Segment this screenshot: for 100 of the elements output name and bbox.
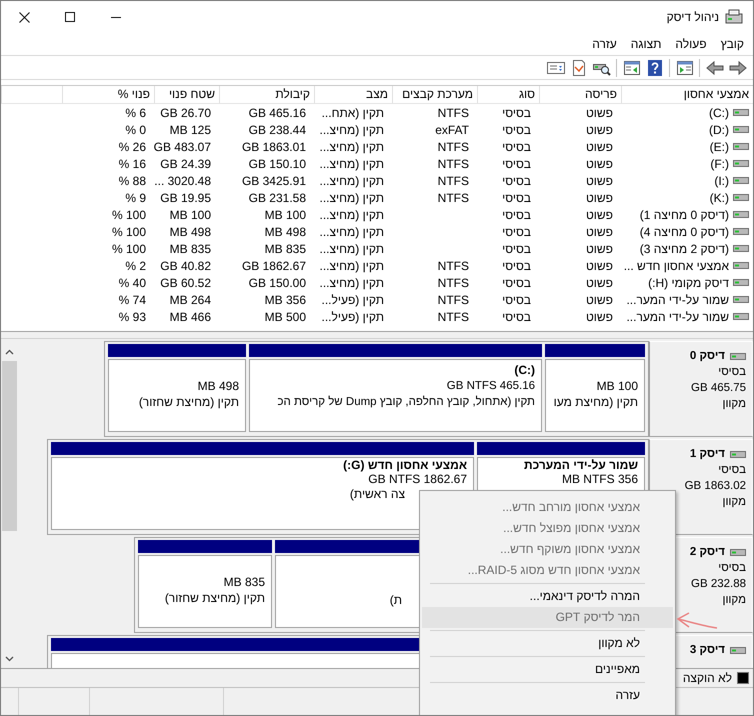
table-cell: בסיסי bbox=[502, 224, 531, 238]
table-cell: MB 835 bbox=[170, 242, 211, 256]
table-cell: % 40 bbox=[118, 276, 146, 290]
table-cell: NTFS bbox=[438, 140, 469, 154]
table-cell: MB 835 bbox=[264, 242, 306, 256]
legend-label: לא הוקצה bbox=[682, 671, 732, 685]
table-cell: פשוט bbox=[586, 174, 613, 188]
table-cell: (I:) bbox=[714, 174, 729, 188]
table-cell: NTFS bbox=[438, 310, 469, 324]
table-cell: בסיסי bbox=[502, 242, 531, 256]
table-cell: % 100 bbox=[112, 224, 146, 238]
table-cell: MB 498 bbox=[264, 224, 306, 238]
table-cell: (D:) bbox=[709, 122, 729, 136]
table-cell: אמצעי אחסון חדש ... bbox=[624, 258, 729, 272]
table-cell: MB 356 bbox=[264, 292, 306, 306]
partition-info: GB NTFS 465.16 bbox=[446, 379, 535, 394]
table-cell: תקין (מחיצ... bbox=[320, 174, 384, 188]
table-cell: פשוט bbox=[586, 106, 613, 120]
disk-name: דיסק 0 bbox=[690, 350, 725, 362]
table-cell: פשוט bbox=[586, 258, 613, 272]
table-cell: GB 1863.01 bbox=[242, 140, 306, 154]
table-cell: (דיסק 2 מחיצה 3) bbox=[640, 242, 729, 256]
disk-type: בסיסי bbox=[717, 463, 746, 478]
table-cell: בסיסי bbox=[502, 106, 531, 120]
disk-size: GB 1863.02 bbox=[684, 479, 746, 494]
disk-size: GB 465.75 bbox=[690, 381, 746, 396]
table-cell: GB 26.70 bbox=[160, 106, 211, 120]
table-cell: פשוט bbox=[586, 310, 613, 324]
table-cell: GB 40.82 bbox=[160, 258, 211, 272]
table-cell: תקין (מחיצ... bbox=[320, 208, 384, 222]
table-cell: פשוט bbox=[586, 208, 613, 222]
table-cell: GB 150.00 bbox=[248, 276, 306, 290]
table-cell: שמור על-ידי המער... bbox=[626, 310, 729, 324]
disk-name: דיסק 3 bbox=[690, 644, 725, 656]
table-cell: (K:) bbox=[710, 190, 729, 204]
table-cell: תקין (פעיל... bbox=[322, 292, 384, 306]
table-cell: פשוט bbox=[586, 224, 613, 238]
table-cell: תקין (מחיצ... bbox=[320, 156, 384, 170]
table-cell: MB 100 bbox=[264, 208, 306, 222]
disk-type: בסיסי bbox=[717, 365, 746, 380]
table-cell: % 0 bbox=[125, 122, 146, 136]
table-cell: תקין (מחיצ... bbox=[320, 242, 384, 256]
table-cell: תקין (פעיל... bbox=[322, 310, 384, 324]
table-cell: GB 238.44 bbox=[248, 122, 306, 136]
table-cell: MB 500 bbox=[264, 310, 306, 324]
table-cell: exFAT bbox=[435, 122, 469, 136]
table-cell: GB 483.07 bbox=[154, 140, 211, 154]
disk-status: מקוון bbox=[721, 397, 746, 412]
table-cell: ... 3020.48 bbox=[154, 174, 211, 188]
table-cell: MB 100 bbox=[170, 208, 211, 222]
table-cell: פשוט bbox=[586, 292, 613, 306]
table-cell: בסיסי bbox=[502, 174, 531, 188]
disk-status: מקוון bbox=[721, 593, 746, 608]
table-cell: % 74 bbox=[118, 292, 146, 306]
table-cell: בסיסי bbox=[502, 292, 531, 306]
table-cell: תקין (מחיצ... bbox=[320, 122, 384, 136]
table-cell: (F:) bbox=[710, 156, 729, 170]
partition-label: אמצעי אחסון חדש (G:) bbox=[342, 458, 467, 473]
partition-info: תקין (אתחול, קובץ החלפה, קובץ Dump של קריסת הכ bbox=[276, 394, 535, 410]
table-cell: (דיסק 0 מחיצה 4) bbox=[640, 224, 729, 238]
disk-name: דיסק 2 bbox=[690, 546, 725, 558]
table-cell: MB 466 bbox=[170, 310, 211, 324]
table-cell: GB 231.58 bbox=[248, 190, 306, 204]
partition-info: תקין (מחיצת שחזור) bbox=[138, 394, 239, 410]
partition-info: GB NTFS 1862.67 bbox=[367, 473, 467, 486]
disk-name: דיסק 1 bbox=[690, 448, 725, 460]
table-cell: בסיסי bbox=[502, 140, 531, 154]
table-cell: % 9 bbox=[125, 190, 146, 204]
table-cell: פשוט bbox=[586, 190, 613, 204]
table-cell: NTFS bbox=[438, 156, 469, 170]
table-cell: MB 264 bbox=[170, 292, 211, 306]
table-cell: GB 1862.67 bbox=[242, 258, 306, 272]
window-title: ניהול דיסק bbox=[666, 10, 719, 24]
table-cell: תקין (מחיצ... bbox=[320, 190, 384, 204]
table-cell: GB 150.10 bbox=[248, 156, 306, 170]
partition-label: (C:) bbox=[513, 363, 535, 378]
table-cell: % 100 bbox=[112, 242, 146, 256]
table-cell: דיסק מקומי (H:) bbox=[648, 276, 729, 290]
disk-size: GB 232.88 bbox=[690, 577, 746, 592]
table-cell: שמור על-ידי המער... bbox=[626, 292, 729, 306]
table-cell: (דיסק 0 מחיצה 1) bbox=[640, 208, 729, 222]
table-cell: פשוט bbox=[586, 122, 613, 136]
table-cell: פשוט bbox=[586, 156, 613, 170]
table-cell: GB 465.16 bbox=[248, 106, 306, 120]
table-cell: GB 60.52 bbox=[160, 276, 211, 290]
table-cell: בסיסי bbox=[502, 190, 531, 204]
partition-info: תקין (מחיצת מעו bbox=[552, 394, 638, 410]
partition-info: MB 835 bbox=[222, 574, 265, 590]
table-cell: תקין (מחיצ... bbox=[320, 140, 384, 154]
table-cell: % 2 bbox=[125, 258, 146, 272]
table-cell: תקין (מחיצ... bbox=[320, 258, 384, 272]
table-cell: NTFS bbox=[438, 174, 469, 188]
table-cell: פשוט bbox=[586, 140, 613, 154]
table-cell: NTFS bbox=[438, 106, 469, 120]
table-cell: בסיסי bbox=[502, 258, 531, 272]
table-cell: GB 3425.91 bbox=[242, 174, 306, 188]
table-cell: NTFS bbox=[438, 258, 469, 272]
table-cell: NTFS bbox=[438, 292, 469, 306]
disk-status: מקוון bbox=[721, 495, 746, 510]
table-cell: בסיסי bbox=[502, 156, 531, 170]
